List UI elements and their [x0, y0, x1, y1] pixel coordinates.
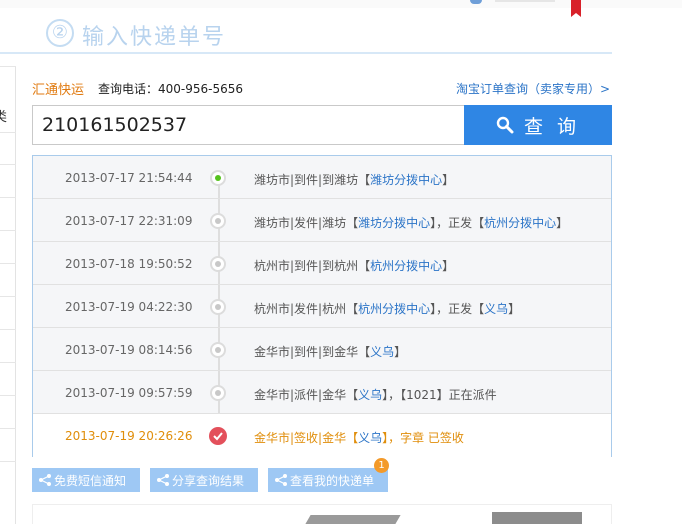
status-dot-icon [210, 256, 226, 272]
tracking-timeline: 2013-07-17 21:54:44 潍坊市|到件|到潍坊【潍坊分拨中心】 2… [32, 155, 612, 457]
event-time: 2013-07-17 22:31:09 [65, 214, 193, 228]
signed-check-icon [209, 427, 227, 445]
notification-badge: 1 [374, 458, 389, 473]
share-icon [275, 474, 287, 486]
location-link[interactable]: 义乌 [358, 388, 382, 402]
free-sms-label: 免费短信通知 [54, 473, 127, 488]
location-link[interactable]: 杭州分拨中心 [358, 302, 430, 316]
sidebar-divider [0, 395, 16, 396]
timeline-row: 2013-07-19 08:14:56 金华市|到件|到金华【义乌】 [33, 328, 611, 371]
free-sms-button[interactable]: 免费短信通知 [32, 468, 140, 492]
query-button[interactable]: 查 询 [464, 105, 612, 145]
location-link[interactable]: 潍坊分拨中心 [358, 216, 430, 230]
search-icon [496, 116, 514, 134]
company-phone: 查询电话：400-956-5656 [98, 82, 244, 96]
sidebar-divider [0, 66, 16, 67]
event-time: 2013-07-19 08:14:56 [65, 343, 193, 357]
location-link[interactable]: 义乌 [370, 345, 394, 359]
event-description: 金华市|派件|金华【义乌】，【1021】正在派件 [254, 388, 497, 402]
share-icon [157, 474, 169, 486]
event-description: 杭州市|发件|杭州【杭州分拨中心】，正发【义乌】 [254, 302, 521, 316]
event-time: 2013-07-19 09:57:59 [65, 386, 193, 400]
timeline-row-signed: 2013-07-19 20:26:26 金华市|签收|金华【义乌】，字章 已签收 [33, 414, 611, 457]
query-button-label: 查 询 [523, 115, 581, 138]
step-number: ② [46, 19, 74, 47]
step-header: ② 输入快递单号 [0, 12, 612, 54]
sidebar-label: 类 [0, 110, 8, 125]
share-icon [39, 474, 51, 486]
location-link[interactable]: 杭州分拨中心 [484, 216, 556, 230]
tracking-number-input[interactable] [32, 105, 464, 145]
location-link[interactable]: 义乌 [358, 431, 382, 445]
status-dot-icon [210, 213, 226, 229]
location-link[interactable]: 杭州分拨中心 [370, 259, 442, 273]
status-dot-icon [210, 342, 226, 358]
event-description: 杭州市|到件|到杭州【杭州分拨中心】 [254, 259, 455, 273]
sidebar-divider [0, 197, 16, 198]
event-time: 2013-07-17 21:54:44 [65, 171, 193, 185]
sidebar-divider [0, 263, 16, 264]
share-result-label: 分享查询结果 [172, 473, 245, 488]
location-link[interactable]: 潍坊分拨中心 [370, 173, 442, 187]
top-user-text [495, 0, 555, 2]
my-shipments-label: 查看我的快递单 [290, 473, 375, 488]
timeline-row: 2013-07-17 21:54:44 潍坊市|到件|到潍坊【潍坊分拨中心】 [33, 156, 611, 199]
share-result-button[interactable]: 分享查询结果 [150, 468, 258, 492]
sidebar-divider [0, 164, 16, 165]
my-shipments-button[interactable]: 查看我的快递单 [268, 468, 388, 492]
sidebar-divider [0, 296, 16, 297]
event-description: 金华市|签收|金华【义乌】，字章 已签收 [254, 431, 464, 445]
timeline-row: 2013-07-17 22:31:09 潍坊市|发件|潍坊【潍坊分拨中心】，正发… [33, 199, 611, 242]
timeline-row: 2013-07-18 19:50:52 杭州市|到件|到杭州【杭州分拨中心】 [33, 242, 611, 285]
event-description: 潍坊市|发件|潍坊【潍坊分拨中心】，正发【杭州分拨中心】 [254, 216, 569, 230]
bottom-image [492, 512, 582, 524]
step-title: 输入快递单号 [82, 25, 227, 50]
event-time: 2013-07-19 20:26:26 [65, 429, 193, 443]
status-dot-icon [210, 299, 226, 315]
left-sidebar: 类 [0, 66, 16, 524]
timeline-row: 2013-07-19 09:57:59 金华市|派件|金华【义乌】，【1021】… [33, 371, 611, 414]
event-description: 金华市|到件|到金华【义乌】 [254, 345, 407, 359]
event-description: 潍坊市|到件|到潍坊【潍坊分拨中心】 [254, 173, 455, 187]
company-name: 汇通快运 [32, 83, 85, 98]
status-dot-icon [210, 170, 226, 186]
location-link[interactable]: 义乌 [484, 302, 508, 316]
sidebar-divider [0, 230, 16, 231]
sidebar-divider [0, 329, 16, 330]
bottom-image [305, 515, 401, 524]
event-time: 2013-07-18 19:50:52 [65, 257, 193, 271]
status-dot-icon [210, 385, 226, 401]
sidebar-divider [0, 428, 16, 429]
timeline-row: 2013-07-19 04:22:30 杭州市|发件|杭州【杭州分拨中心】，正发… [33, 285, 611, 328]
sidebar-divider [0, 461, 16, 462]
sidebar-divider [0, 132, 16, 133]
taobao-order-query-link[interactable]: 淘宝订单查询（卖家专用）> [456, 80, 610, 97]
event-time: 2013-07-19 04:22:30 [65, 300, 193, 314]
sidebar-divider [0, 362, 16, 363]
